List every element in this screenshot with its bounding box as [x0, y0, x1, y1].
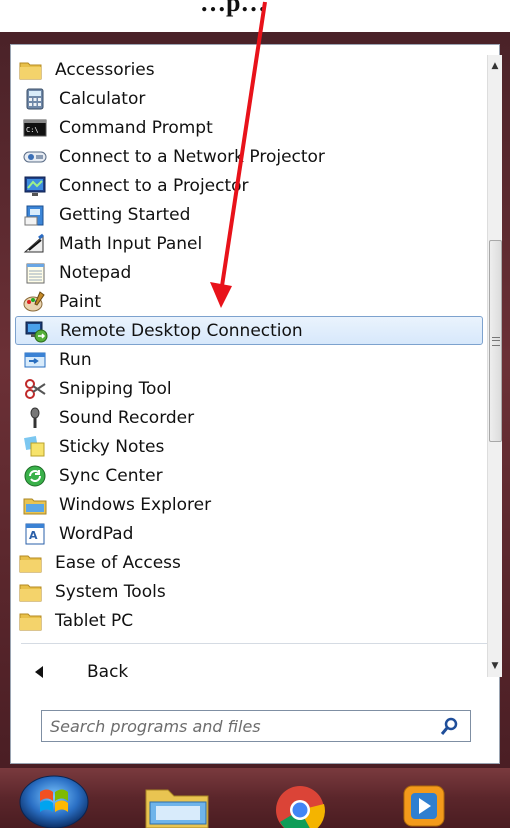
paint-icon: [23, 290, 47, 314]
grip-icon: [492, 337, 500, 346]
list-item-ease-of-access[interactable]: Ease of Access: [15, 548, 483, 577]
notepad-icon: [23, 261, 47, 285]
sticky-notes-icon: [23, 435, 47, 459]
list-item-accessories[interactable]: Accessories: [15, 55, 483, 84]
list-item-command-prompt[interactable]: C:\ Command Prompt: [15, 113, 483, 142]
divider: [21, 643, 487, 644]
math-input-icon: [23, 232, 47, 256]
list-item-remote-desktop[interactable]: Remote Desktop Connection: [15, 316, 483, 345]
list-item-network-projector[interactable]: Connect to a Network Projector: [15, 142, 483, 171]
calculator-icon: [23, 87, 47, 111]
network-projector-icon: [23, 145, 47, 169]
sync-icon: [23, 464, 47, 488]
scroll-up-icon[interactable]: ▲: [489, 59, 501, 73]
list-item-notepad[interactable]: Notepad: [15, 258, 483, 287]
search-input[interactable]: Search programs and files: [50, 717, 438, 736]
top-strip: …p…: [0, 0, 510, 32]
list-item-sound-recorder[interactable]: Sound Recorder: [15, 403, 483, 432]
taskbar: [0, 768, 510, 832]
list-item-wordpad[interactable]: A WordPad: [15, 519, 483, 548]
svg-text:A: A: [29, 529, 38, 542]
list-item-snipping-tool[interactable]: Snipping Tool: [15, 374, 483, 403]
start-orb-icon[interactable]: [14, 772, 94, 832]
list-item-getting-started[interactable]: Getting Started: [15, 200, 483, 229]
folder-icon: [19, 580, 43, 604]
list-item-tablet-pc[interactable]: Tablet PC: [15, 606, 483, 635]
list-item-run[interactable]: Run: [15, 345, 483, 374]
scrollbar[interactable]: ▲ ▼: [487, 55, 502, 677]
svg-text:C:\: C:\: [26, 126, 39, 134]
scroll-thumb[interactable]: [489, 240, 502, 442]
list-item-sync-center[interactable]: Sync Center: [15, 461, 483, 490]
list-item-math-input[interactable]: Math Input Panel: [15, 229, 483, 258]
list-item-system-tools[interactable]: System Tools: [15, 577, 483, 606]
programs-list: Accessories Calculator C:\ Command Promp…: [15, 55, 485, 679]
start-menu: Accessories Calculator C:\ Command Promp…: [10, 44, 502, 764]
folder-icon: [19, 609, 43, 633]
wordpad-icon: A: [23, 522, 47, 546]
getting-started-icon: [23, 203, 47, 227]
search-icon[interactable]: [438, 714, 462, 738]
list-item-sticky-notes[interactable]: Sticky Notes: [15, 432, 483, 461]
command-prompt-icon: C:\: [23, 116, 47, 140]
media-player-icon[interactable]: [398, 782, 448, 832]
chrome-icon[interactable]: [272, 782, 328, 832]
run-icon: [23, 348, 47, 372]
caption-fragment: …p…: [200, 0, 267, 17]
back-arrow-icon: [35, 666, 43, 678]
snipping-tool-icon: [23, 377, 47, 401]
folder-icon: [19, 551, 43, 575]
search-box[interactable]: Search programs and files: [41, 710, 471, 742]
projector-icon: [23, 174, 47, 198]
scroll-down-icon[interactable]: ▼: [489, 659, 501, 673]
remote-desktop-icon: [24, 319, 48, 343]
list-item-projector[interactable]: Connect to a Projector: [15, 171, 483, 200]
list-item-windows-explorer[interactable]: Windows Explorer: [15, 490, 483, 519]
back-button[interactable]: Back: [35, 657, 235, 687]
list-item-calculator[interactable]: Calculator: [15, 84, 483, 113]
folder-icon: [19, 58, 43, 82]
list-item-paint[interactable]: Paint: [15, 287, 483, 316]
microphone-icon: [23, 406, 47, 430]
file-explorer-icon[interactable]: [142, 782, 212, 832]
explorer-icon: [23, 493, 47, 517]
